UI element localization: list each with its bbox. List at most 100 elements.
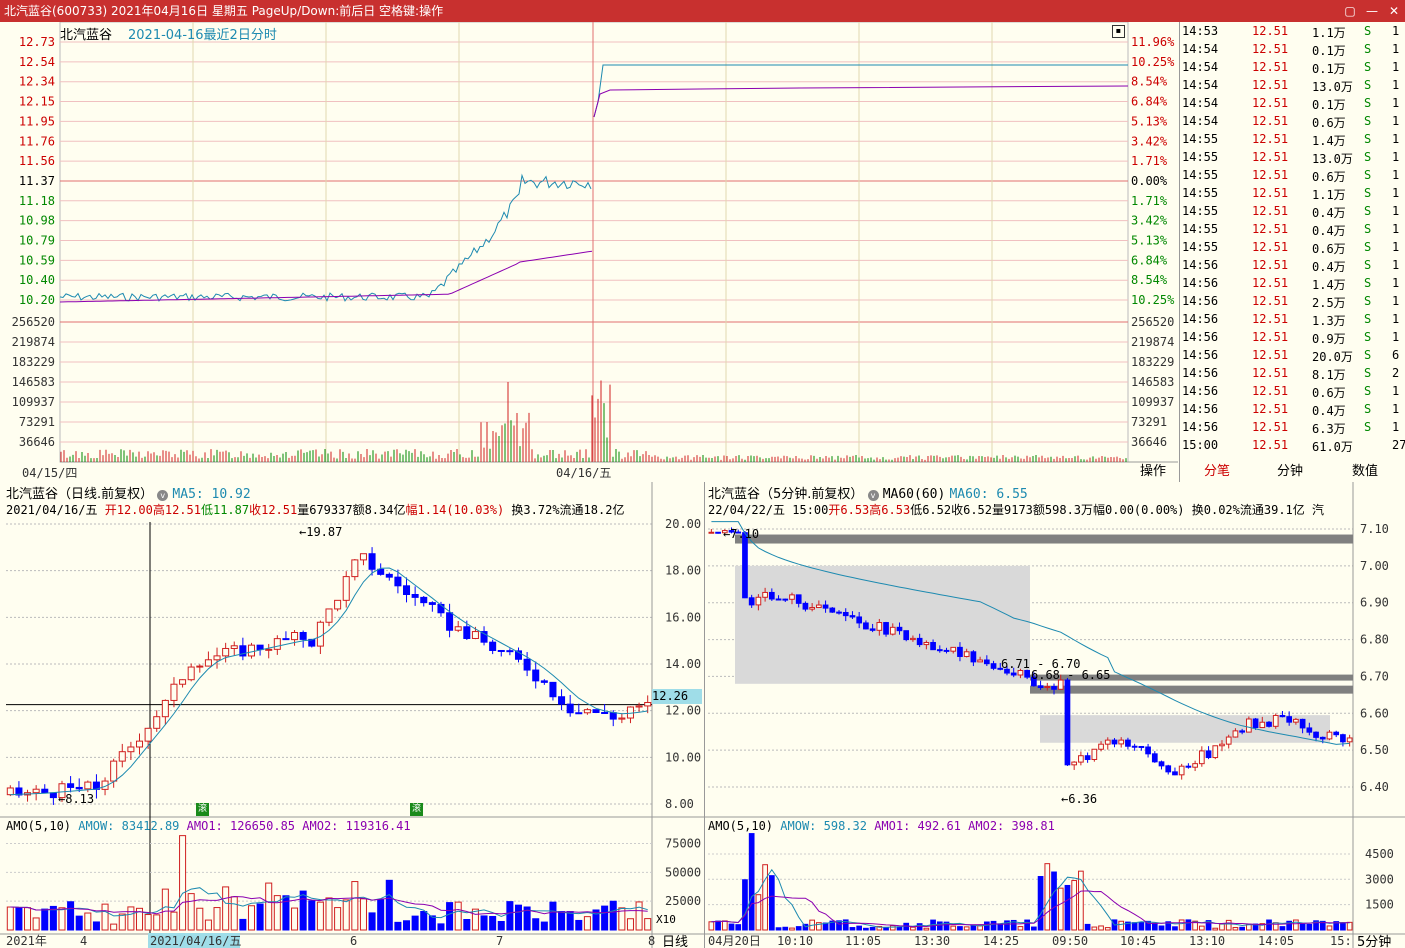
- candle-body: [1239, 730, 1245, 733]
- amo-bar: [1131, 922, 1138, 931]
- candle-body: [153, 716, 161, 729]
- candle-body: [1192, 763, 1198, 768]
- candle-body: [385, 573, 393, 578]
- tick-n: 1: [1392, 240, 1400, 254]
- tick-vol: 0.1万: [1312, 98, 1346, 112]
- tick-n: 6: [1392, 348, 1400, 362]
- tick-n: 1: [1392, 330, 1400, 344]
- chevron-down-icon[interactable]: v: [867, 490, 879, 501]
- tick-price: 12.51: [1252, 240, 1289, 254]
- candle-body: [856, 616, 863, 624]
- close-button[interactable]: ✕: [1384, 0, 1404, 22]
- candle-body: [84, 781, 92, 790]
- amo-bar: [6, 906, 14, 931]
- date-axis-label: 14:25: [983, 934, 1019, 948]
- intraday-chart[interactable]: 12.73 11.96% 12.54 10.25% 12.34 8.54% 12.15 6.8…: [0, 22, 1178, 482]
- event-badge[interactable]: 滚: [196, 803, 209, 816]
- candle-body: [782, 598, 789, 601]
- tick-time: 14:54: [1182, 42, 1219, 56]
- amo-bar: [1104, 927, 1111, 931]
- tick-vol: 20.0万: [1312, 350, 1353, 364]
- candle-body: [1091, 748, 1098, 760]
- candle-body: [1098, 743, 1104, 750]
- candle-body: [213, 655, 221, 661]
- five-amo1: AMO1: 492.61: [874, 819, 961, 833]
- tick-side: S: [1364, 258, 1372, 272]
- tick-row: 14:56 12.51 2.5万 S 1: [1180, 292, 1402, 310]
- candle-body: [273, 638, 281, 650]
- candle-body: [32, 788, 40, 794]
- amo-bar: [1064, 884, 1071, 931]
- event-badge[interactable]: 滚: [410, 803, 423, 816]
- volume-tick-label: 146583: [1131, 375, 1174, 389]
- tick-row: 14:56 12.51 0.4万 S 1: [1180, 400, 1402, 418]
- five-amo-label: AMO(5,10): [708, 819, 774, 833]
- amo-bar: [454, 901, 462, 931]
- candle-body: [789, 594, 795, 600]
- ma-line: [10, 567, 648, 796]
- amo-bar: [325, 897, 333, 931]
- amo-bar: [446, 902, 454, 931]
- tick-time: 14:55: [1182, 204, 1219, 218]
- tick-n: 1: [1392, 258, 1400, 272]
- pct-tick-label: 0.00%: [1131, 174, 1168, 188]
- candle-body: [463, 626, 471, 639]
- minimize-button[interactable]: —: [1362, 0, 1382, 22]
- tick-price: 12.51: [1252, 402, 1289, 416]
- intraday-plot-area: [59, 22, 1129, 463]
- candle-body: [762, 591, 768, 598]
- tick-side: S: [1364, 222, 1372, 236]
- tab-minute[interactable]: 分钟: [1255, 463, 1325, 481]
- square-icon[interactable]: ▪: [1112, 25, 1125, 38]
- candle-body: [842, 611, 849, 617]
- tick-row: 14:55 12.51 0.6万 S 1: [1180, 166, 1402, 184]
- tick-vol: 1.4万: [1312, 278, 1346, 292]
- tick-vol: 0.6万: [1312, 386, 1346, 400]
- tick-row: 14:54 12.51 0.1万 S 1: [1180, 58, 1402, 76]
- chevron-down-icon[interactable]: v: [157, 490, 169, 501]
- amo-bar: [950, 925, 957, 931]
- candle-body: [325, 608, 333, 623]
- tick-list-panel[interactable]: 14:53 12.51 1.1万 S 1 14:54 12.51 0.1万 S 1 14:54 12.…: [1179, 22, 1405, 482]
- amo-bar: [420, 910, 428, 931]
- candle-body: [715, 531, 721, 534]
- price-tick-label: 12.15: [19, 95, 55, 109]
- tick-price: 12.51: [1252, 42, 1289, 56]
- amo-bar: [428, 915, 436, 931]
- resistance-band: [735, 534, 1353, 544]
- candle-body: [127, 746, 135, 753]
- zone-mark-label: 6.68 - 6.65: [1031, 668, 1110, 682]
- restore-button[interactable]: ▢: [1340, 0, 1360, 22]
- candle-body: [1333, 731, 1340, 736]
- candle-body: [1286, 716, 1293, 723]
- five-info: 22/04/22/五 15:00: [708, 503, 829, 517]
- volume-tick-label: 219874: [1131, 335, 1174, 349]
- candle-body: [359, 553, 367, 561]
- tick-price: 12.51: [1252, 330, 1289, 344]
- amo-tick-label: 1500: [1365, 898, 1394, 912]
- low-mark-label: ←6.36: [1061, 792, 1097, 806]
- amo-bar: [1172, 926, 1178, 931]
- five-high: 高6.53: [869, 503, 911, 517]
- tab-values[interactable]: 数值: [1330, 463, 1400, 481]
- daily-header-name: 北汽蓝谷（日线.前复权）: [6, 487, 154, 502]
- daily-kline-chart[interactable]: 20.00 18.00 16.00 14.00 12.00 10.00 8.00 75000 5…: [0, 482, 704, 948]
- candle-body: [428, 602, 436, 605]
- tick-row: 14:55 12.51 0.4万 S 1: [1180, 220, 1402, 238]
- tick-price: 12.51: [1252, 132, 1289, 146]
- candle-body: [187, 666, 195, 681]
- candle-body: [1313, 731, 1319, 738]
- tick-n: 1: [1392, 168, 1400, 182]
- candle-body: [446, 612, 454, 631]
- low-mark-label: ←8.13: [58, 792, 94, 806]
- tab-operate[interactable]: 操作: [1128, 463, 1178, 481]
- amo-bar: [497, 920, 505, 931]
- period-label-daily[interactable]: 日线: [662, 931, 688, 948]
- amo-bar: [377, 899, 385, 931]
- tab-ticks[interactable]: 分笔: [1182, 463, 1252, 481]
- amo-bar: [721, 920, 728, 931]
- five-minute-chart[interactable]: 7.10 7.00 6.90 6.80 6.70 6.60 6.50 6.40 4500 3000…: [704, 482, 1405, 948]
- amo-bar: [735, 924, 742, 931]
- pct-tick-label: 11.96%: [1131, 35, 1175, 49]
- period-label-5min[interactable]: 5分钟: [1357, 931, 1391, 948]
